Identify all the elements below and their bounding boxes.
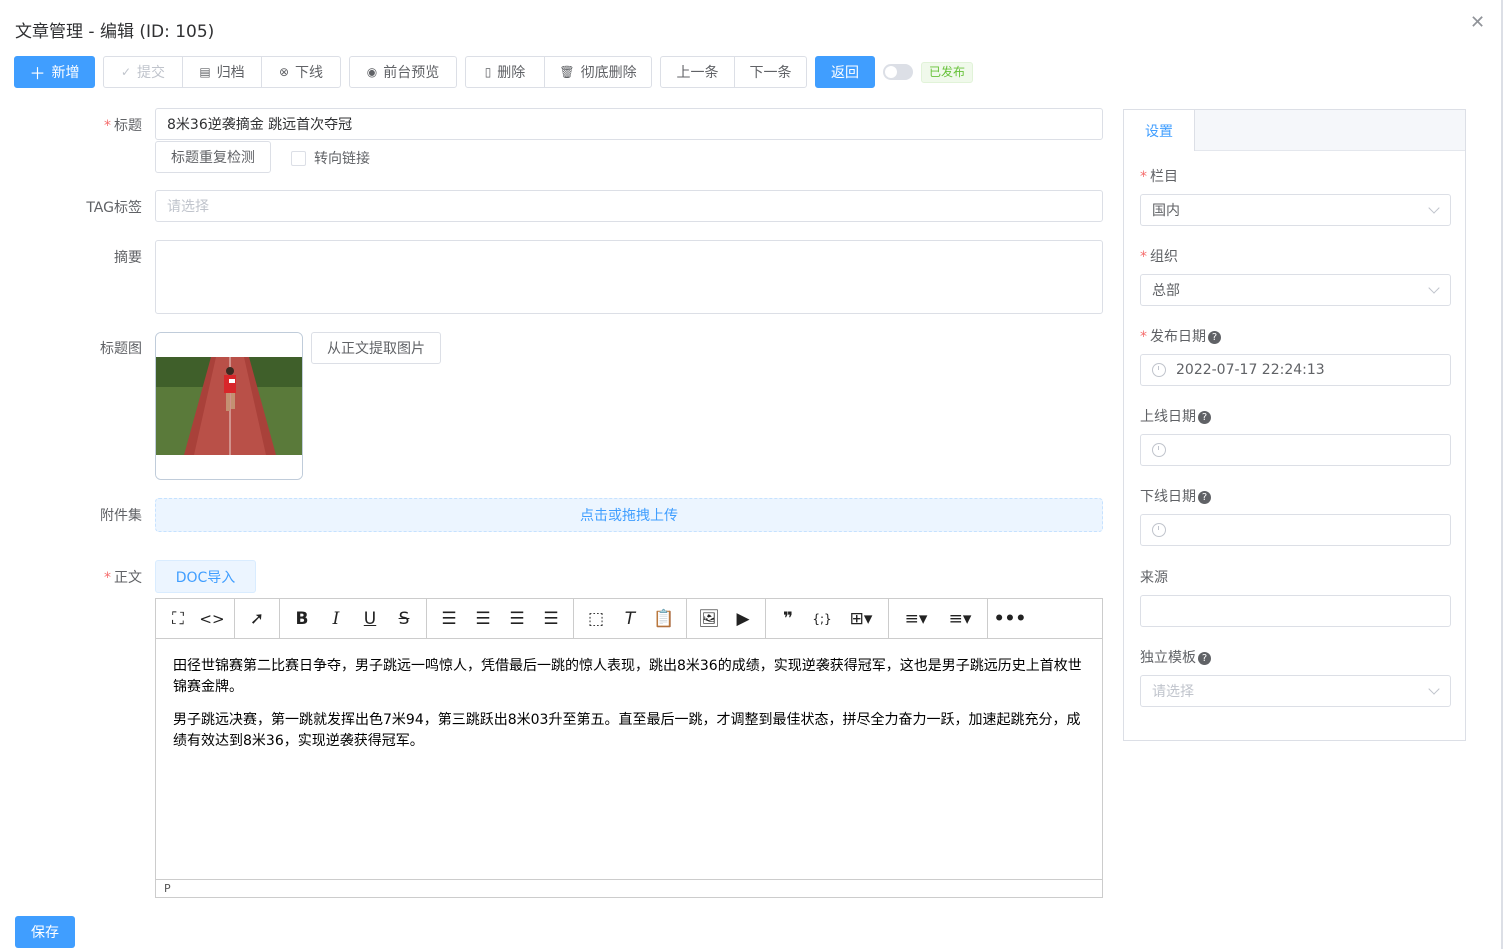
new-button[interactable]: ＋新增	[14, 56, 95, 88]
rich-text-editor[interactable]: ⛶ <> ➚ B I U S ☰ ☰ ☰ ☰ ⬚ T 📋 🖼 ▶ ❞ {;} ⊞…	[155, 598, 1103, 898]
settings-tabbar: 设置	[1124, 110, 1465, 151]
eye-icon: ◉	[366, 65, 378, 79]
publish-date-picker[interactable]: 2022-07-17 22:24:13	[1140, 354, 1451, 386]
tag-select[interactable]: 请选择	[155, 190, 1103, 222]
more-icon[interactable]: •••	[993, 604, 1027, 634]
align-center-icon[interactable]: ☰	[466, 604, 500, 634]
close-icon[interactable]: ✕	[1470, 12, 1485, 33]
back-button[interactable]: 返回	[815, 56, 875, 88]
org-select[interactable]: 总部	[1140, 274, 1451, 306]
cursor-select-icon[interactable]: ➚	[240, 604, 274, 634]
clear-format-icon[interactable]: T	[613, 604, 647, 634]
offline-date-label: 下线日期?	[1140, 486, 1211, 506]
align-left-icon[interactable]: ☰	[432, 604, 466, 634]
redirect-checkbox[interactable]: 转向链接	[291, 148, 370, 168]
numbered-list-icon[interactable]: ≡▾	[938, 604, 982, 634]
fullscreen-icon[interactable]: ⛶	[161, 604, 195, 634]
chevron-down-icon	[1428, 202, 1440, 214]
align-justify-icon[interactable]: ☰	[534, 604, 568, 634]
quote-icon[interactable]: ❞	[771, 604, 805, 634]
body-label: * 正文	[104, 570, 142, 586]
table-icon[interactable]: ⊞▾	[839, 604, 883, 634]
settings-panel: 设置 * 栏目 国内 * 组织 总部 * 发布日期? 2022-07-17 22:24…	[1123, 109, 1466, 741]
archive-icon: ▤	[199, 65, 211, 79]
duplicate-check-button[interactable]: 标题重复检测	[155, 141, 271, 173]
trash-icon: 🗑	[559, 65, 575, 79]
summary-textarea[interactable]	[155, 240, 1103, 314]
status-badge: 已发布	[921, 62, 974, 83]
help-icon[interactable]: ?	[1198, 652, 1211, 665]
save-button[interactable]: 保存	[15, 916, 75, 948]
prev-button[interactable]: 上一条	[660, 56, 735, 88]
extract-image-button[interactable]: 从正文提取图片	[311, 332, 441, 364]
tab-settings[interactable]: 设置	[1124, 110, 1195, 151]
dialog-title: 文章管理 - 编辑 (ID: 105)	[15, 22, 215, 42]
underline-icon[interactable]: U	[353, 604, 387, 634]
code-icon[interactable]: <>	[195, 604, 229, 634]
template-select[interactable]: 请选择	[1140, 675, 1451, 707]
title-input[interactable]: 8米36逆袭摘金 跳远首次夺冠	[155, 108, 1103, 140]
template-label: 独立模板?	[1140, 647, 1211, 667]
publish-date-label: * 发布日期?	[1140, 326, 1221, 346]
attachment-upload-zone[interactable]: 点击或拖拽上传	[155, 498, 1103, 532]
chevron-down-icon	[1428, 683, 1440, 695]
delete-button[interactable]: ▯ 删除	[465, 56, 545, 88]
thumbnail-label: 标题图	[100, 341, 142, 357]
tag-label: TAG标签	[86, 200, 142, 216]
submit-button[interactable]: ✓ 提交	[103, 56, 183, 88]
paste-text-icon[interactable]: 📋	[647, 604, 681, 634]
editor-paragraph: 男子跳远决赛，第一跳就发挥出色7米94，第三跳跃出8米03升至第五。直至最后一跳…	[173, 712, 1081, 749]
help-icon[interactable]: ?	[1198, 411, 1211, 424]
align-right-icon[interactable]: ☰	[500, 604, 534, 634]
strikethrough-icon[interactable]: S	[387, 604, 421, 634]
attachments-label: 附件集	[100, 508, 142, 524]
image-icon[interactable]: 🖼	[692, 604, 726, 634]
online-date-picker[interactable]	[1140, 434, 1451, 466]
column-select[interactable]: 国内	[1140, 194, 1451, 226]
clock-icon	[1152, 443, 1166, 457]
thumbnail-image	[156, 333, 302, 479]
online-date-label: 上线日期?	[1140, 406, 1211, 426]
doc-import-button[interactable]: DOC导入	[155, 560, 256, 593]
editor-content[interactable]: 田径世锦赛第二比赛日争夺，男子跳远一鸣惊人，凭借最后一跳的惊人表现，跳出8米36…	[173, 656, 1085, 764]
bold-icon[interactable]: B	[285, 604, 319, 634]
summary-label: 摘要	[114, 250, 142, 266]
clock-icon	[1152, 523, 1166, 537]
plus-icon: ＋	[29, 64, 46, 83]
checkbox-box[interactable]	[291, 150, 306, 166]
document-icon: ▯	[484, 65, 492, 79]
help-icon[interactable]: ?	[1208, 331, 1221, 344]
publish-toggle[interactable]	[883, 64, 913, 80]
italic-icon[interactable]: I	[319, 604, 353, 634]
source-label: 来源	[1140, 570, 1168, 586]
source-input[interactable]	[1140, 595, 1451, 627]
editor-statusbar: P	[156, 879, 1102, 897]
check-edit-icon: ✓	[120, 65, 132, 79]
editor-toolbar: ⛶ <> ➚ B I U S ☰ ☰ ☰ ☰ ⬚ T 📋 🖼 ▶ ❞ {;} ⊞…	[156, 599, 1102, 639]
chevron-down-icon	[1428, 282, 1440, 294]
title-label: * 标题	[104, 118, 142, 134]
offline-date-picker[interactable]	[1140, 514, 1451, 546]
video-icon[interactable]: ▶	[726, 604, 760, 634]
org-label: * 组织	[1140, 249, 1178, 265]
code-block-icon[interactable]: {;}	[805, 604, 839, 634]
select-all-icon[interactable]: ⬚	[579, 604, 613, 634]
column-label: * 栏目	[1140, 169, 1178, 185]
bullet-list-icon[interactable]: ≡▾	[894, 604, 938, 634]
purge-button[interactable]: 🗑 彻底删除	[544, 56, 652, 88]
clock-icon	[1152, 363, 1166, 377]
editor-paragraph: 田径世锦赛第二比赛日争夺，男子跳远一鸣惊人，凭借最后一跳的惊人表现，跳出8米36…	[173, 658, 1082, 695]
toggle-knob	[885, 66, 897, 78]
circle-close-icon: ⊗	[278, 65, 290, 79]
next-button[interactable]: 下一条	[734, 56, 807, 88]
help-icon[interactable]: ?	[1198, 491, 1211, 504]
preview-button[interactable]: ◉ 前台预览	[349, 56, 457, 88]
thumbnail-upload[interactable]	[155, 332, 303, 480]
archive-button[interactable]: ▤ 归档	[182, 56, 262, 88]
offline-button[interactable]: ⊗ 下线	[261, 56, 341, 88]
